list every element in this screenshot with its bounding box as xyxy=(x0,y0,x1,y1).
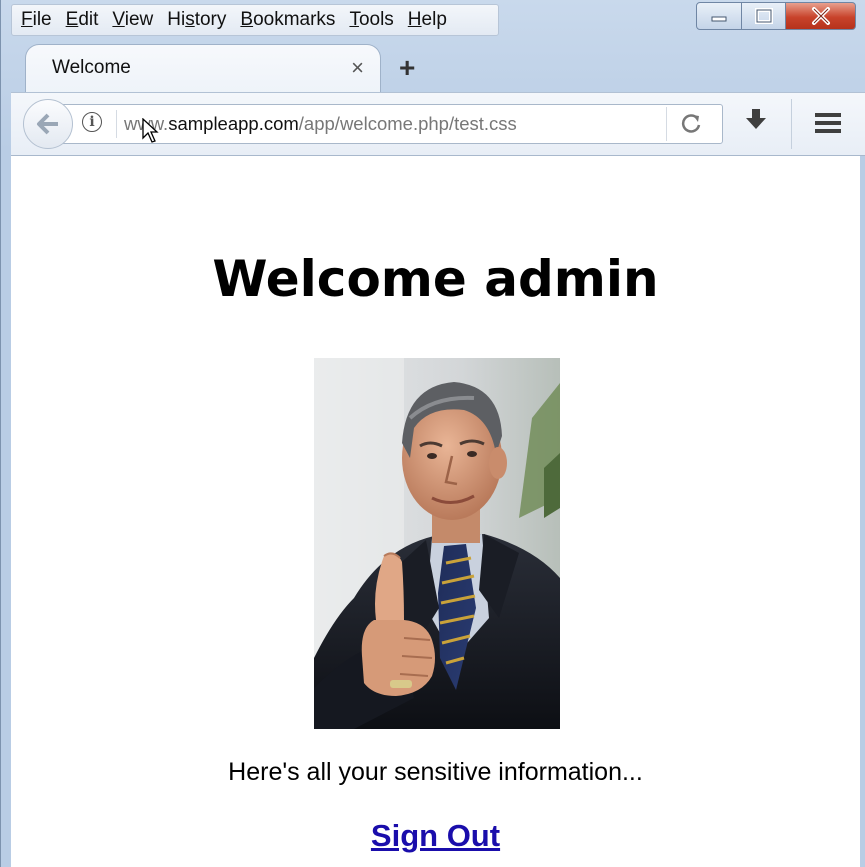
url-text[interactable]: www.sampleapp.com/app/welcome.php/test.c… xyxy=(124,113,517,135)
minimize-icon xyxy=(711,16,727,22)
tab-title: Welcome xyxy=(52,57,131,78)
new-tab-button[interactable]: + xyxy=(399,52,415,84)
close-window-button[interactable] xyxy=(786,2,856,30)
menu-bar: File Edit View History Bookmarks Tools H… xyxy=(11,4,499,36)
menu-help[interactable]: Help xyxy=(403,9,456,31)
menu-edit[interactable]: Edit xyxy=(61,9,108,31)
url-separator xyxy=(116,110,117,138)
maximize-button[interactable] xyxy=(742,2,786,30)
reload-icon[interactable] xyxy=(680,112,702,140)
menu-file[interactable]: File xyxy=(16,9,61,31)
download-icon[interactable] xyxy=(743,107,769,138)
menu-history[interactable]: History xyxy=(162,9,235,31)
maximize-icon xyxy=(754,8,773,24)
info-icon[interactable]: i xyxy=(82,112,102,132)
window-controls xyxy=(696,2,856,32)
page-title: Welcome admin xyxy=(212,250,659,308)
close-icon xyxy=(811,7,830,25)
hamburger-menu-icon[interactable] xyxy=(814,111,842,140)
menu-view[interactable]: View xyxy=(107,9,162,31)
toolbar-separator xyxy=(791,99,792,149)
browser-window: File Edit View History Bookmarks Tools H… xyxy=(0,0,865,867)
tab-welcome[interactable]: Welcome × xyxy=(25,44,381,94)
menu-tools[interactable]: Tools xyxy=(344,9,402,31)
info-text: Here's all your sensitive information... xyxy=(228,758,643,786)
reload-separator xyxy=(666,107,667,141)
businessman-thumbs-up-photo xyxy=(314,358,560,729)
tab-close-button[interactable]: × xyxy=(351,55,364,81)
back-arrow-icon xyxy=(37,113,58,135)
sign-out-link[interactable]: Sign Out xyxy=(11,818,860,854)
back-button[interactable] xyxy=(23,99,73,149)
menu-bookmarks[interactable]: Bookmarks xyxy=(235,9,344,31)
minimize-button[interactable] xyxy=(696,2,742,30)
page-content: Welcome admin Here's all your sensitive … xyxy=(11,156,865,867)
mouse-cursor-icon xyxy=(142,118,159,143)
navigation-toolbar: i www.sampleapp.com/app/welcome.php/test… xyxy=(11,92,865,156)
